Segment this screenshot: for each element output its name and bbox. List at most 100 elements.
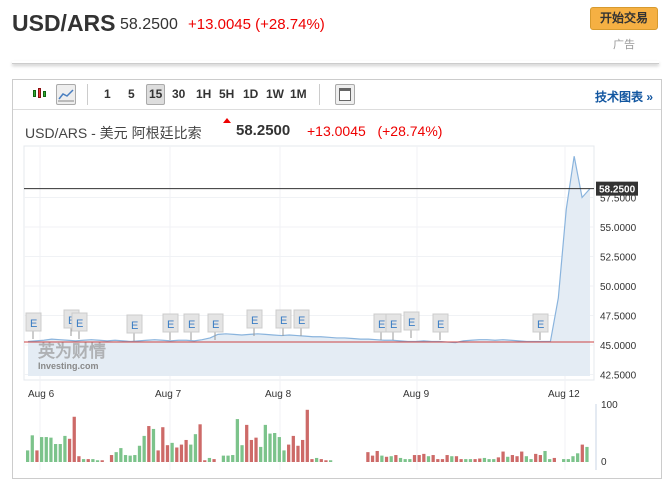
volume-bar: [63, 435, 67, 462]
volume-bar: [464, 459, 468, 462]
volume-bar: [515, 456, 519, 462]
volume-bar: [576, 453, 580, 462]
volume-bar: [137, 445, 142, 462]
volume-bar: [454, 456, 459, 462]
volume-bar: [384, 456, 389, 462]
x-tick-label: Aug 8: [265, 389, 292, 400]
volume-bar: [398, 457, 403, 462]
volume-bar: [580, 444, 584, 462]
volume-bar: [566, 459, 570, 462]
volume-bar: [524, 456, 529, 462]
volume-bar: [426, 456, 431, 462]
event-marker-label: E: [212, 319, 219, 331]
event-marker-label: E: [131, 320, 138, 332]
price-chart[interactable]: 42.5000 45.0000 47.5000 50.0000 52.5000 55.00…: [0, 0, 671, 475]
volume-bar: [77, 456, 81, 462]
volume-bar: [26, 450, 30, 462]
volume-bar: [249, 439, 253, 462]
volume-bar: [370, 455, 375, 462]
volume-bar: [412, 455, 417, 462]
x-tick-label: Aug 12: [548, 389, 580, 400]
volume-bar: [277, 437, 281, 462]
volume-bar: [282, 450, 286, 462]
volume-bar: [585, 446, 589, 462]
volume-bar: [53, 444, 58, 462]
volume-bar: [142, 435, 146, 462]
volume-bar: [231, 455, 235, 462]
volume-bar: [310, 459, 314, 462]
x-tick-label: Aug 7: [155, 389, 182, 400]
volume-bar: [161, 427, 165, 462]
volume-bar: [221, 455, 226, 462]
volume-bar: [403, 459, 407, 462]
volume-bar: [534, 453, 538, 462]
volume-bar: [431, 455, 435, 462]
volume-bar: [128, 455, 132, 462]
volume-bar: [506, 456, 510, 462]
volume-bar: [268, 433, 272, 462]
event-marker-label: E: [437, 319, 444, 331]
volume-bar: [273, 433, 277, 462]
x-tick-label: Aug 9: [403, 389, 430, 400]
volume-bar: [175, 447, 179, 462]
volume-bar: [254, 437, 258, 462]
volume-bar: [184, 439, 188, 462]
volume-bar: [198, 424, 202, 462]
volume-bar: [179, 444, 184, 462]
volume-bar: [552, 457, 556, 462]
event-marker-label: E: [390, 319, 397, 331]
volume-bar: [436, 459, 440, 462]
event-marker-label: E: [188, 319, 195, 331]
volume-bar: [263, 424, 267, 462]
event-marker-label: E: [167, 319, 174, 331]
volume-bar: [44, 437, 48, 462]
last-price-label: 58.2500: [599, 185, 636, 196]
volume-bar: [459, 459, 463, 462]
event-marker-label: E: [408, 317, 415, 329]
volume-bar: [291, 435, 295, 462]
volume-bar: [151, 428, 156, 462]
volume-bar: [95, 460, 100, 462]
volume-bar: [301, 439, 305, 462]
volume-bar: [119, 448, 123, 462]
volume-bar: [492, 459, 496, 462]
volume-bar: [133, 455, 137, 462]
volume-bar: [408, 459, 412, 462]
volume-bar: [109, 455, 114, 462]
event-marker-label: E: [298, 315, 305, 327]
volume-bar: [296, 445, 300, 462]
volume-tick-label: 100: [601, 400, 618, 411]
volume-bar: [58, 444, 62, 462]
volume-bar: [324, 460, 328, 462]
volume-bar: [417, 455, 421, 462]
volume-bar: [245, 424, 249, 462]
volume-bar: [193, 434, 198, 462]
volume-bar: [538, 455, 542, 462]
volume-bar: [478, 458, 482, 462]
event-marker-label: E: [76, 318, 83, 330]
volume-bar: [496, 457, 501, 462]
y-tick-label: 50.0000: [600, 282, 637, 293]
volume-bar: [203, 460, 207, 462]
volume-bar: [67, 438, 72, 462]
volume-bar: [450, 456, 454, 462]
volume-bar: [314, 457, 319, 462]
volume-bar: [380, 455, 384, 462]
volume-bar: [212, 459, 216, 462]
volume-bar: [189, 444, 193, 462]
volume-bar: [156, 450, 160, 462]
event-marker-label: E: [30, 318, 37, 330]
event-marker-label: E: [537, 319, 544, 331]
volume-bar: [473, 459, 477, 462]
y-tick-label: 45.0000: [600, 341, 637, 352]
volume-bar: [235, 419, 240, 462]
y-tick-label: 55.0000: [600, 223, 637, 234]
volume-bar: [529, 459, 533, 462]
volume-bar: [319, 459, 323, 462]
volume-bar: [39, 437, 44, 462]
watermark-logo: Investing.com: [38, 361, 99, 371]
volume-bar: [548, 459, 552, 462]
volume-bar: [287, 444, 291, 462]
volume-bar: [86, 459, 90, 462]
volume-bar: [72, 416, 76, 462]
